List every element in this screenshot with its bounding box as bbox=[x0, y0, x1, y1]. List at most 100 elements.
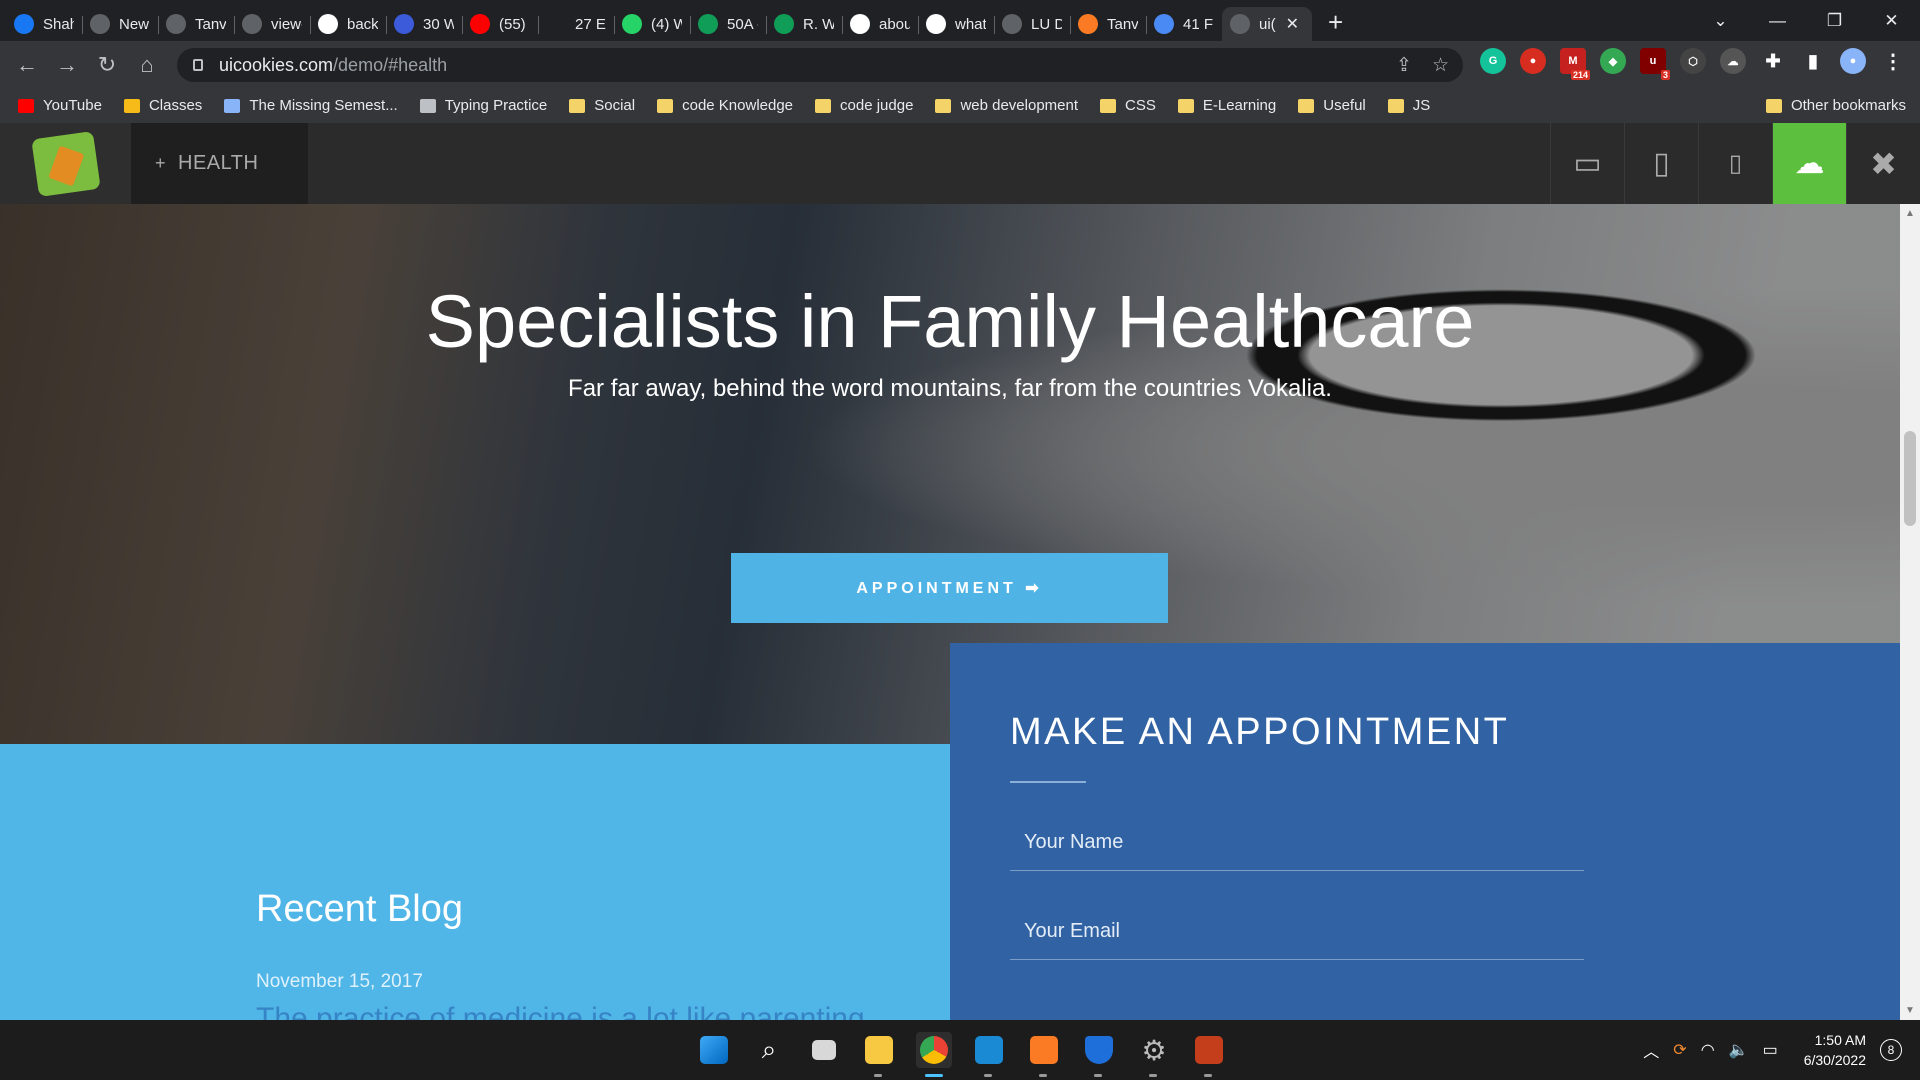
share-icon[interactable]: ⇪ bbox=[1396, 54, 1412, 77]
close-preview-icon[interactable]: ✖ bbox=[1846, 123, 1920, 204]
browser-tab[interactable]: what i bbox=[918, 7, 994, 41]
back-icon[interactable]: ← bbox=[7, 52, 47, 78]
settings-icon[interactable]: ⚙ bbox=[1136, 1032, 1172, 1077]
folder-icon bbox=[569, 98, 586, 113]
bookmark-item[interactable]: YouTube bbox=[18, 97, 102, 114]
tab-close-icon[interactable]: ✕ bbox=[1286, 14, 1299, 34]
browser-tab[interactable]: 30 We bbox=[386, 7, 462, 41]
bookmark-item[interactable]: JS bbox=[1387, 97, 1430, 114]
restore-icon[interactable]: ❐ bbox=[1806, 11, 1863, 31]
bookmark-item[interactable]: E-Learning bbox=[1177, 97, 1277, 114]
tab-search-icon[interactable]: ⌄ bbox=[1692, 11, 1749, 31]
browser-tab[interactable]: (4) Wh bbox=[614, 7, 690, 41]
cloud-extension-icon[interactable]: ☁ bbox=[1720, 48, 1746, 74]
other-bookmarks[interactable]: Other bookmarks bbox=[1765, 97, 1906, 114]
scrollbar-thumb[interactable] bbox=[1904, 431, 1916, 526]
browser-tab[interactable]: ui(✕ bbox=[1222, 7, 1312, 41]
window-controls: ⌄ — ❐ ✕ bbox=[1692, 0, 1920, 41]
gmail-checker-icon[interactable]: M 214 bbox=[1560, 48, 1590, 80]
email-field[interactable] bbox=[1010, 904, 1584, 960]
classroom-icon bbox=[123, 98, 140, 113]
mobile-view-icon[interactable]: ▯ bbox=[1698, 123, 1772, 204]
browser-tab[interactable]: view-s bbox=[234, 7, 310, 41]
browser-tab[interactable]: Tanvir bbox=[1070, 7, 1146, 41]
side-panel-icon[interactable]: ▮ bbox=[1800, 48, 1826, 74]
cube-extension-icon[interactable]: ⬡ bbox=[1680, 48, 1706, 74]
bookmark-item[interactable]: code Knowledge bbox=[657, 97, 793, 114]
tray-overflow-icon[interactable]: ︿ bbox=[1643, 1038, 1659, 1062]
xampp-icon[interactable] bbox=[1026, 1032, 1062, 1077]
grammarly-icon[interactable]: G bbox=[1480, 48, 1506, 74]
bookmark-item[interactable]: Classes bbox=[123, 97, 202, 114]
folder-icon bbox=[1387, 98, 1404, 113]
system-tray: ︿ ⟳ ◠ 🔈 ▭ 1:50 AM 6/30/2022 8 bbox=[1643, 1020, 1902, 1080]
minimize-icon[interactable]: — bbox=[1749, 11, 1806, 31]
url-text[interactable]: uicookies.com/demo/#health bbox=[219, 55, 447, 76]
browser-tab[interactable]: 50A - bbox=[690, 7, 766, 41]
address-bar[interactable]: uicookies.com/demo/#health ⇪ ☆ bbox=[177, 48, 1463, 82]
stop-extension-icon[interactable]: ● bbox=[1520, 48, 1546, 74]
new-tab-icon[interactable]: + bbox=[1328, 7, 1343, 38]
google-icon bbox=[318, 14, 338, 34]
tab-title: Tanvir bbox=[1107, 15, 1138, 33]
forward-icon[interactable]: → bbox=[47, 52, 87, 78]
blog-post-title[interactable]: The practice of medicine is a lot like p… bbox=[256, 1002, 865, 1020]
menu-kebab-icon[interactable]: ⋮ bbox=[1880, 48, 1906, 74]
browser-tab[interactable]: 41 Fre bbox=[1146, 7, 1222, 41]
browser-tab[interactable]: about bbox=[842, 7, 918, 41]
bookmark-item[interactable]: The Missing Semest... bbox=[224, 97, 398, 114]
search-icon[interactable]: ⌕ bbox=[751, 1032, 787, 1068]
appointment-button[interactable]: APPOINTMENT ➡ bbox=[731, 553, 1168, 623]
windows-start-icon[interactable] bbox=[696, 1032, 732, 1068]
tab-title: view-s bbox=[271, 15, 302, 33]
sync-icon[interactable]: ⟳ bbox=[1673, 1040, 1686, 1060]
browser-tab[interactable]: back e bbox=[310, 7, 386, 41]
window-close-icon[interactable]: ✕ bbox=[1863, 11, 1920, 31]
bookmark-star-icon[interactable]: ☆ bbox=[1432, 54, 1449, 77]
desktop-view-icon[interactable]: ▭ bbox=[1550, 123, 1624, 204]
tablet-view-icon[interactable]: ▯ bbox=[1624, 123, 1698, 204]
browser-tab[interactable]: R. Wel bbox=[766, 7, 842, 41]
browser-tab[interactable]: New T bbox=[82, 7, 158, 41]
extension-icon[interactable]: ◆ bbox=[1600, 48, 1626, 74]
browser-tab[interactable]: (55) Et bbox=[462, 7, 538, 41]
clock[interactable]: 1:50 AM 6/30/2022 bbox=[1804, 1030, 1866, 1070]
download-cloud-icon[interactable]: ☁ bbox=[1772, 123, 1846, 204]
battery-icon[interactable]: ▭ bbox=[1763, 1040, 1778, 1060]
task-view-icon[interactable] bbox=[806, 1032, 842, 1068]
notification-count[interactable]: 8 bbox=[1880, 1039, 1902, 1061]
home-icon[interactable]: ⌂ bbox=[127, 52, 167, 78]
defender-icon[interactable] bbox=[1081, 1032, 1117, 1077]
folder-icon bbox=[1298, 98, 1315, 113]
vscode-icon[interactable] bbox=[971, 1032, 1007, 1077]
volume-icon[interactable]: 🔈 bbox=[1729, 1040, 1749, 1060]
category-selector[interactable]: + HEALTH bbox=[131, 123, 309, 204]
bookmark-item[interactable]: web development bbox=[935, 97, 1078, 114]
browser-tab[interactable]: Shah / bbox=[6, 7, 82, 41]
scroll-down-icon[interactable]: ▼ bbox=[1900, 1005, 1920, 1016]
chrome-icon[interactable] bbox=[916, 1032, 952, 1077]
browser-tab[interactable]: 27 Exa bbox=[538, 7, 614, 41]
name-field[interactable] bbox=[1010, 815, 1584, 871]
url-host: uicookies.com bbox=[219, 54, 334, 75]
lock-icon[interactable] bbox=[193, 59, 203, 71]
powerpoint-icon[interactable] bbox=[1191, 1032, 1227, 1077]
bookmark-label: The Missing Semest... bbox=[249, 97, 398, 114]
browser-tab[interactable]: LU Dig bbox=[994, 7, 1070, 41]
bookmark-item[interactable]: Useful bbox=[1298, 97, 1366, 114]
bookmark-item[interactable]: code judge bbox=[815, 97, 913, 114]
scroll-up-icon[interactable]: ▲ bbox=[1900, 208, 1920, 219]
bookmark-item[interactable]: CSS bbox=[1100, 97, 1156, 114]
uicookies-logo[interactable] bbox=[0, 123, 131, 204]
browser-tab[interactable]: Tanvir bbox=[158, 7, 234, 41]
bookmark-label: E-Learning bbox=[1202, 97, 1277, 114]
page-scrollbar[interactable]: ▲ ▼ bbox=[1900, 204, 1920, 1020]
bookmark-item[interactable]: Social bbox=[569, 97, 635, 114]
reload-icon[interactable]: ↻ bbox=[87, 52, 127, 78]
profile-avatar[interactable]: ● bbox=[1840, 48, 1866, 74]
file-explorer-icon[interactable] bbox=[861, 1032, 897, 1077]
extensions-puzzle-icon[interactable]: ✚ bbox=[1760, 48, 1786, 74]
ublock-icon[interactable]: u3 bbox=[1640, 48, 1670, 80]
wifi-icon[interactable]: ◠ bbox=[1701, 1040, 1715, 1060]
bookmark-item[interactable]: Typing Practice bbox=[419, 97, 547, 114]
